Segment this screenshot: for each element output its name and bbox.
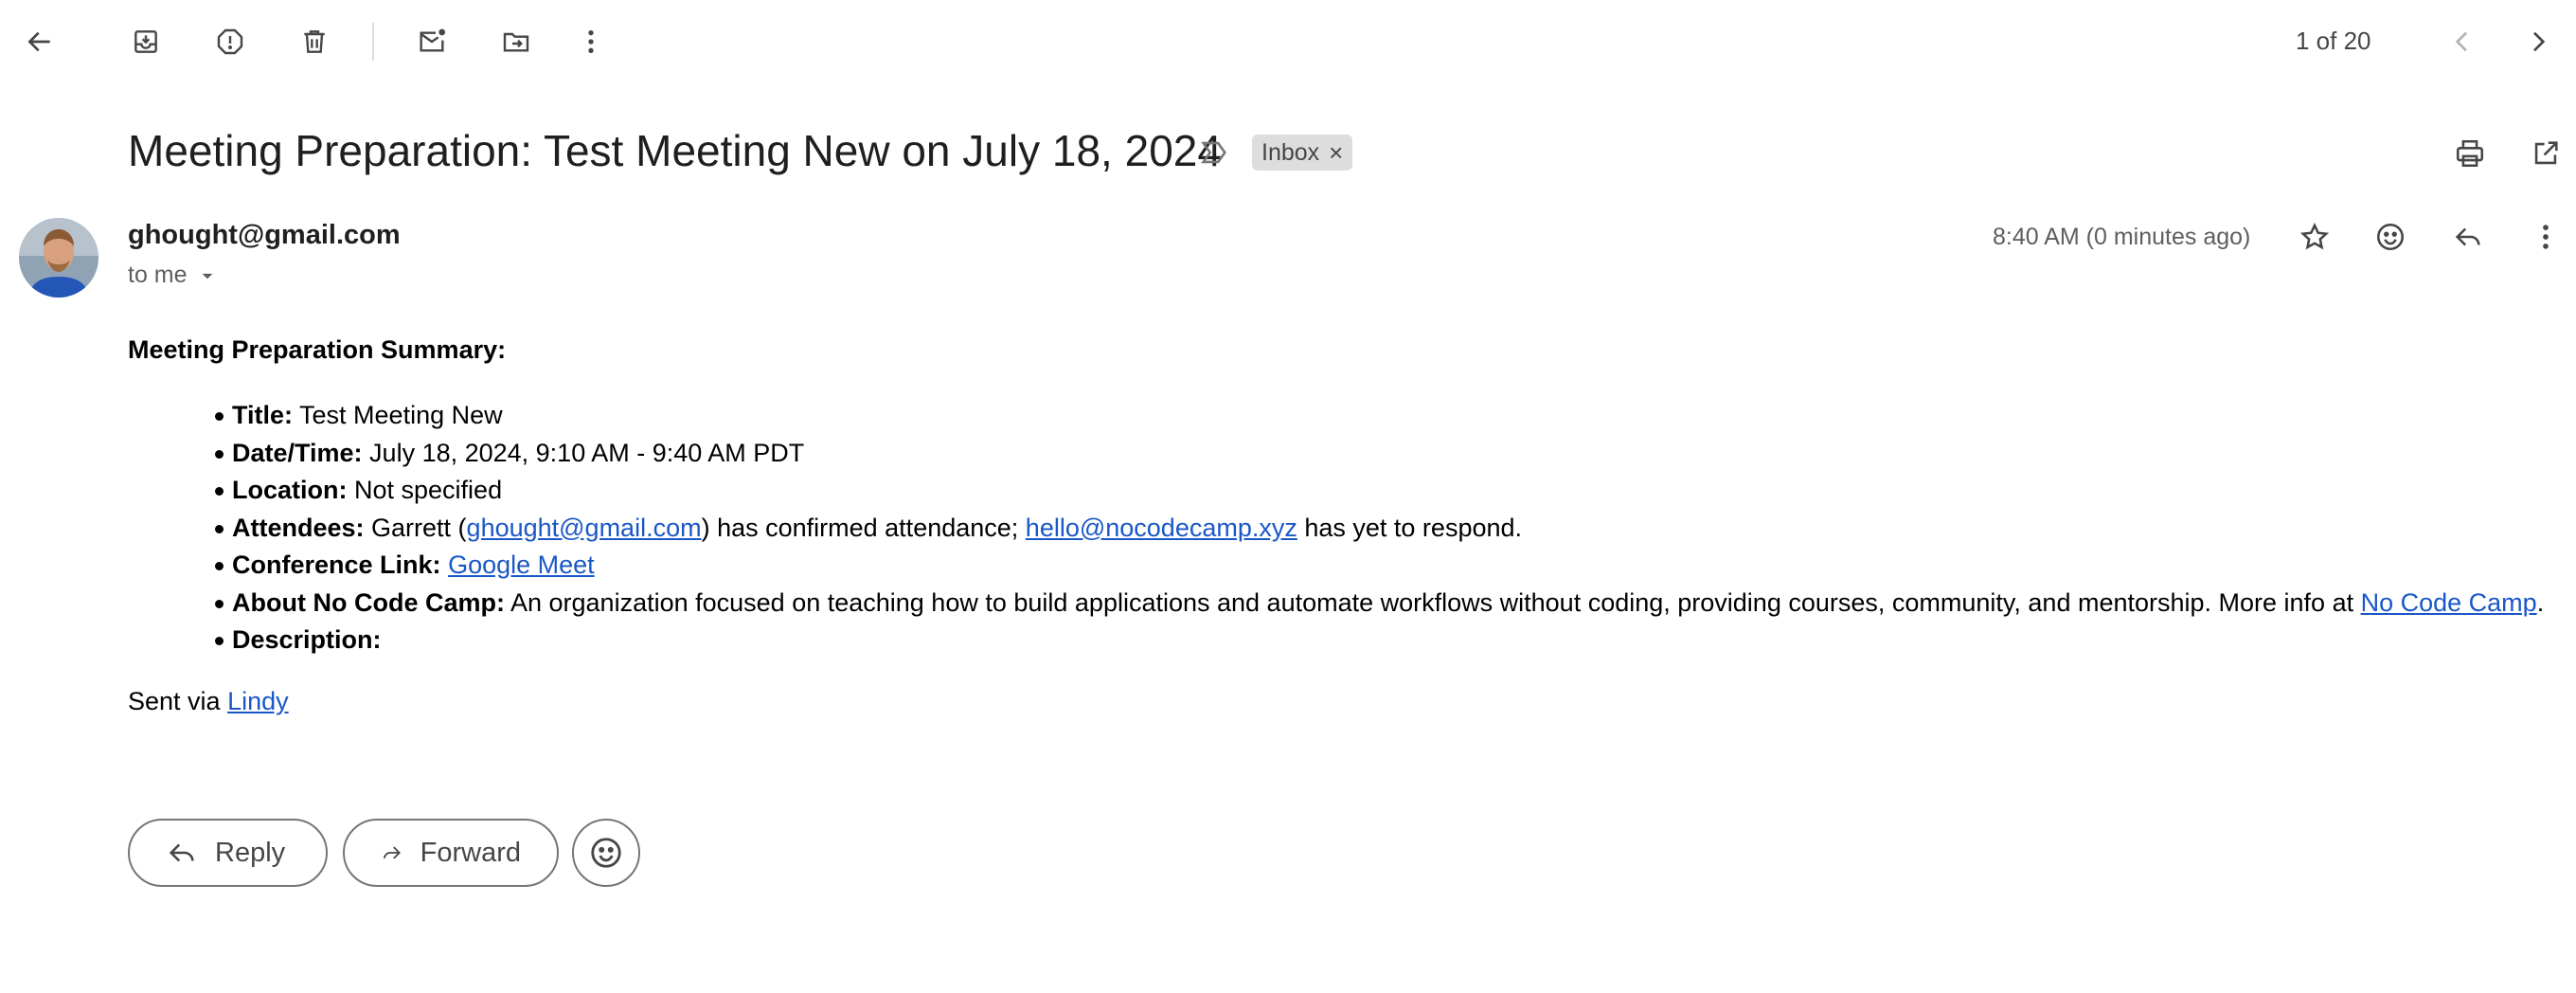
star-button[interactable] [2292, 214, 2337, 260]
avatar-photo [19, 218, 98, 298]
list-item: Date/Time: July 18, 2024, 9:10 AM - 9:40… [214, 435, 2544, 473]
item-text [441, 551, 449, 579]
attendee-email-link[interactable]: hello@nocodecamp.xyz [1026, 514, 1297, 542]
sent-via-prefix: Sent via [128, 687, 228, 715]
list-item: Attendees: Garrett (ghought@gmail.com) h… [214, 510, 2544, 548]
arrow-left-icon [27, 31, 50, 52]
react-emoji-button[interactable] [572, 819, 640, 887]
forward-label: Forward [420, 837, 521, 868]
message-more-button[interactable] [2523, 214, 2568, 260]
item-text: Not specified [347, 476, 503, 504]
delete-button[interactable] [292, 19, 337, 64]
item-label: Location: [232, 476, 348, 504]
emoji-icon [591, 838, 621, 868]
chevron-right-icon [2533, 31, 2546, 52]
more-vertical-icon [2543, 225, 2549, 249]
chevron-left-icon [2455, 31, 2467, 52]
subject-row: Meeting Preparation: Test Meeting New on… [0, 112, 2576, 191]
lindy-link[interactable]: Lindy [227, 687, 289, 715]
label-text: Inbox [1261, 138, 1320, 166]
message-subject: Meeting Preparation: Test Meeting New on… [128, 126, 1222, 175]
list-item: Location: Not specified [214, 472, 2544, 510]
summary-list: Title: Test Meeting New Date/Time: July … [214, 397, 2545, 659]
google-meet-link[interactable]: Google Meet [448, 551, 595, 579]
item-label: About No Code Camp: [232, 587, 505, 617]
sent-via-line: Sent via Lindy [128, 687, 289, 716]
recipients-label: to me [128, 262, 188, 288]
open-new-window-button[interactable] [2523, 131, 2568, 176]
move-to-folder-icon [503, 32, 529, 52]
more-options-button[interactable] [568, 19, 614, 64]
open-in-new-icon [2534, 141, 2558, 165]
list-item: About No Code Camp: An organization focu… [214, 585, 2545, 623]
sender-email[interactable]: ghought@gmail.com [128, 220, 401, 251]
item-text: . [2536, 587, 2545, 617]
reply-icon [2455, 227, 2480, 246]
attendee-email-link[interactable]: ghought@gmail.com [467, 514, 702, 542]
message-body: Meeting Preparation Summary: [128, 335, 506, 365]
inbox-label-chip: Inbox × [1252, 135, 1353, 171]
item-label: Attendees: [232, 513, 365, 542]
item-text: ) has confirmed attendance; [701, 513, 1026, 542]
item-text: Test Meeting New [293, 401, 503, 429]
item-text: has yet to respond. [1297, 513, 1523, 542]
archive-button[interactable] [123, 19, 169, 64]
item-label: Title: [232, 401, 294, 429]
reply-label: Reply [215, 837, 286, 868]
emoji-icon [2376, 223, 2405, 251]
print-icon [2456, 139, 2484, 168]
mark-unread-button[interactable] [409, 19, 455, 64]
list-item: Conference Link: Google Meet [214, 547, 2544, 585]
pager-count: 1 of 20 [2296, 27, 2371, 55]
remove-label-button[interactable]: × [1329, 140, 1343, 165]
reply-icon [169, 843, 194, 862]
reply-bottom-button[interactable]: Reply [128, 819, 328, 887]
no-code-camp-link[interactable]: No Code Camp [2361, 588, 2537, 617]
print-button[interactable] [2447, 131, 2493, 176]
report-spam-button[interactable] [207, 19, 253, 64]
report-spam-icon [217, 28, 243, 55]
item-text: Garrett ( [364, 513, 467, 542]
archive-icon [134, 30, 157, 53]
item-text: An organization focused on teaching how … [504, 587, 2361, 617]
newer-button[interactable] [2440, 19, 2485, 64]
star-icon [2299, 222, 2330, 250]
item-text: July 18, 2024, 9:10 AM - 9:40 AM PDT [362, 438, 805, 467]
item-label: Description: [232, 625, 382, 654]
recipients-toggle[interactable]: to me [128, 262, 220, 289]
list-item: Title: Test Meeting New [214, 397, 2544, 435]
reply-button[interactable] [2445, 214, 2491, 260]
toolbar: 1 of 20 [0, 0, 2576, 83]
mark-unread-icon [420, 28, 445, 52]
caret-down-icon [202, 273, 212, 279]
forward-button[interactable]: Forward [343, 819, 559, 887]
list-item: Description: [214, 622, 2544, 659]
move-to-button[interactable] [493, 19, 539, 64]
forward-icon [384, 846, 401, 859]
toolbar-divider [372, 23, 374, 61]
trash-icon [304, 30, 325, 53]
sender-avatar[interactable] [19, 218, 98, 298]
more-vertical-icon [588, 30, 594, 53]
back-button[interactable] [17, 19, 63, 64]
add-reaction-button[interactable] [2368, 214, 2413, 260]
item-label: Date/Time: [232, 438, 363, 467]
older-button[interactable] [2515, 19, 2561, 64]
message-timestamp: 8:40 AM (0 minutes ago) [1993, 224, 2251, 250]
importance-marker-icon[interactable] [1198, 136, 1230, 169]
summary-heading: Meeting Preparation Summary: [128, 335, 507, 364]
item-label: Conference Link: [232, 551, 441, 579]
